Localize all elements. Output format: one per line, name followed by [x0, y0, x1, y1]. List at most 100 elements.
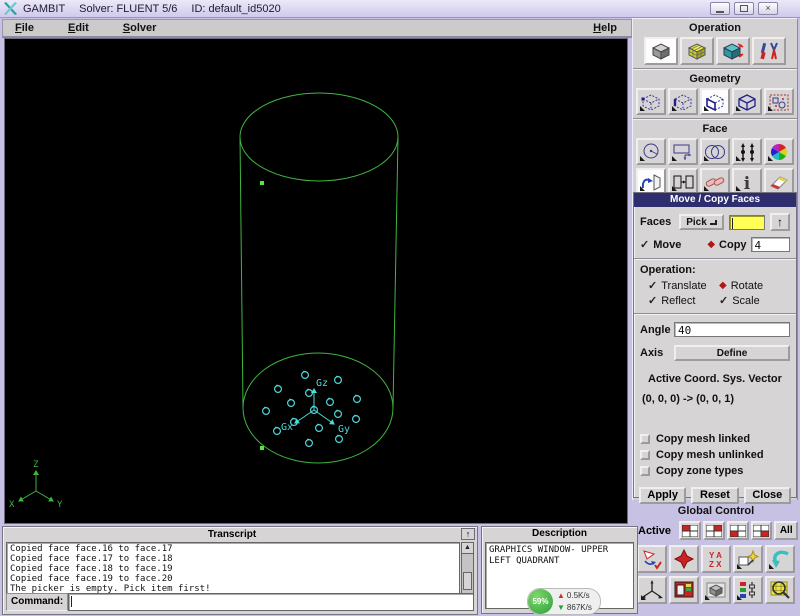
faces-input[interactable]	[728, 214, 765, 230]
copy-mesh-linked-checkbox[interactable]	[640, 434, 650, 444]
zoom-magnify-button[interactable]	[765, 576, 795, 604]
scale-label[interactable]: Scale	[732, 295, 760, 307]
x-axis-label: X	[9, 500, 15, 510]
all-quadrants-button[interactable]: All	[774, 521, 799, 540]
angle-input[interactable]: 40	[674, 322, 790, 337]
face-move-copy-button[interactable]	[636, 168, 666, 195]
render-model-button[interactable]	[701, 576, 731, 604]
scroll-thumb[interactable]	[463, 572, 472, 590]
titlebar: GAMBIT Solver: FLUENT 5/6 ID: default_id…	[0, 0, 800, 18]
transcript-collapse-icon[interactable]: ↑	[461, 528, 475, 540]
translate-radio-glyph[interactable]: ✓	[648, 279, 657, 292]
graphics-viewport[interactable]: Gz Gx Gy Z X Y	[4, 38, 628, 524]
command-input[interactable]	[68, 593, 474, 611]
z-axis-label: Z	[33, 460, 39, 470]
move-copy-faces-form: Move / Copy Faces Faces Pick ↑ ✓ Move ◆ …	[633, 192, 797, 504]
connect-faces-icon	[705, 176, 725, 187]
screen-layout-icon	[674, 581, 694, 598]
face-color-button[interactable]	[764, 138, 794, 165]
transcript-line: Copied face face.16 to face.17	[10, 544, 173, 554]
operation-mesh-button[interactable]	[680, 37, 714, 65]
transcript-scrollbar[interactable]: ▲	[461, 542, 474, 594]
face-create-rect-button[interactable]	[668, 138, 698, 165]
copy-zone-types-checkbox[interactable]	[640, 466, 650, 476]
zoom-magnify-icon	[770, 581, 790, 599]
face-connect-button[interactable]	[700, 168, 730, 195]
move-label[interactable]: Move	[653, 239, 681, 251]
copy-radio-glyph[interactable]: ◆	[707, 239, 715, 250]
orient-model-button[interactable]	[637, 545, 667, 573]
face-boolean-button[interactable]	[700, 138, 730, 165]
coord-sys-caption: Active Coord. Sys. Vector	[648, 373, 782, 385]
face-cube-icon	[706, 93, 724, 111]
face-info-button[interactable]: i	[732, 168, 762, 195]
geometry-group-button[interactable]	[764, 88, 794, 115]
geometry-vertex-button[interactable]	[636, 88, 666, 115]
reflect-label[interactable]: Reflect	[661, 295, 695, 307]
geometry-edge-button[interactable]	[668, 88, 698, 115]
menu-help[interactable]: Help	[587, 20, 623, 36]
menu-file[interactable]: File	[9, 20, 40, 36]
maximize-button[interactable]	[734, 2, 754, 15]
tools-icon	[760, 42, 778, 60]
gx-label: Gx	[281, 422, 293, 433]
global-control-panel: Global Control Active All Y A Z X	[634, 502, 799, 616]
screen-layout-button[interactable]	[669, 576, 699, 604]
translate-label[interactable]: Translate	[661, 280, 706, 292]
transcript-title: Transcript	[207, 528, 257, 540]
specify-view-button[interactable]	[733, 545, 763, 573]
move-radio-glyph[interactable]: ✓	[640, 238, 649, 251]
upload-speed: 0.5K/s	[566, 590, 590, 600]
scale-radio-glyph[interactable]: ✓	[719, 294, 728, 307]
specify-view-icon	[738, 549, 760, 566]
copy-mesh-linked-label[interactable]: Copy mesh linked	[656, 433, 750, 445]
quadrant-2-button[interactable]	[702, 521, 725, 540]
menubar: File Edit Solver Help	[2, 19, 632, 38]
geometry-volume-button[interactable]	[732, 88, 762, 115]
quadrant-4-button[interactable]	[750, 521, 773, 540]
render-model-icon	[706, 582, 726, 598]
undo-button[interactable]	[765, 545, 795, 573]
session-id-label: ID: default_id5020	[191, 2, 281, 15]
face-split-button[interactable]	[668, 168, 698, 195]
menu-solver[interactable]: Solver	[117, 20, 163, 36]
operation-geometry-button[interactable]	[644, 37, 678, 65]
define-axis-button[interactable]: Define	[674, 345, 790, 361]
fit-to-window-button[interactable]	[669, 545, 699, 573]
face-move-vertices-button[interactable]	[732, 138, 762, 165]
angle-label: Angle	[640, 323, 671, 336]
copy-zone-types-label[interactable]: Copy zone types	[656, 465, 743, 477]
orient-axis-button[interactable]	[637, 576, 667, 604]
scroll-up-icon[interactable]: ▲	[462, 543, 473, 554]
copy-count-input[interactable]: 4	[750, 237, 790, 252]
quadrant-1-button[interactable]	[679, 521, 701, 540]
geometry-face-button[interactable]	[700, 88, 730, 115]
pick-button[interactable]: Pick	[679, 214, 724, 230]
face-create-circle-button[interactable]	[636, 138, 666, 165]
create-rect-face-icon	[673, 144, 691, 160]
mesh-icon	[687, 43, 707, 60]
menu-edit[interactable]: Edit	[62, 20, 95, 36]
minimize-button[interactable]	[710, 2, 730, 15]
copy-mesh-unlinked-checkbox[interactable]	[640, 450, 650, 460]
gz-label: Gz	[316, 378, 328, 389]
operation-zones-button[interactable]	[716, 37, 750, 65]
rotate-label[interactable]: Rotate	[731, 280, 763, 292]
rotate-radio-glyph[interactable]: ◆	[719, 280, 727, 291]
copy-label[interactable]: Copy	[719, 239, 747, 251]
axis-labels-button[interactable]: Y A Z X	[701, 545, 731, 573]
quadrant-bottom-right-icon	[753, 524, 770, 537]
color-modify-button[interactable]	[733, 576, 763, 604]
face-delete-button[interactable]	[764, 168, 794, 195]
close-button[interactable]: ×	[758, 2, 778, 15]
network-speed-overlay[interactable]: 59% ▲ 0.5K/s ▼ 867K/s	[527, 588, 601, 615]
picker-up-button[interactable]: ↑	[770, 213, 790, 231]
quadrant-3-button[interactable]	[726, 521, 749, 540]
svg-text:Y A: Y A	[709, 551, 722, 560]
reflect-radio-glyph[interactable]: ✓	[648, 294, 657, 307]
transcript-panel: Transcript ↑ Copied face face.16 to face…	[2, 526, 478, 615]
operation-tools-button[interactable]	[752, 37, 786, 65]
transcript-log[interactable]: Copied face face.16 to face.17 Copied fa…	[6, 542, 460, 594]
copy-mesh-unlinked-label[interactable]: Copy mesh unlinked	[656, 449, 764, 461]
boolean-faces-icon	[705, 144, 725, 159]
